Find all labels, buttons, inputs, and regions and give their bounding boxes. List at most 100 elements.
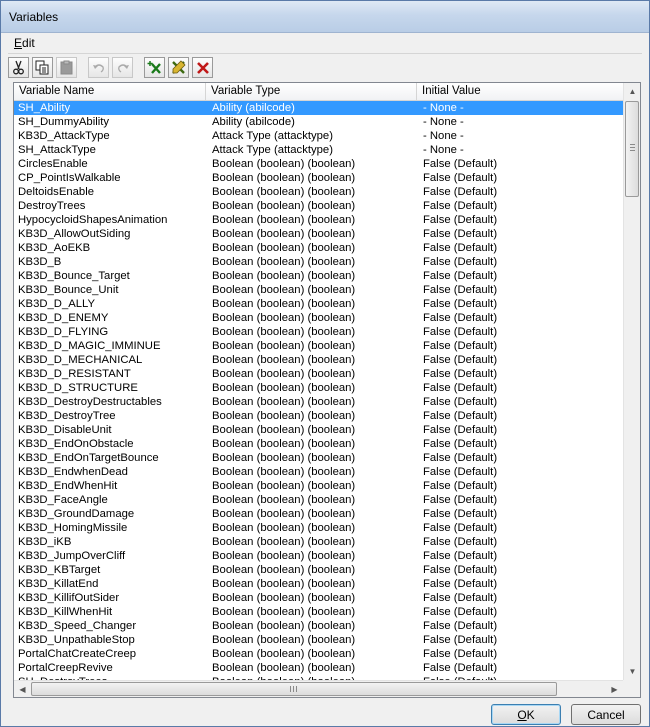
variable-name-cell: KB3D_HomingMissile <box>18 522 128 534</box>
title-bar[interactable]: Variables <box>1 1 649 33</box>
table-row[interactable]: KB3D_KillWhenHit Boolean (boolean) (boole… <box>14 605 623 619</box>
variable-type-cell: Boolean (boolean) (boolean) <box>212 634 356 646</box>
table-row[interactable]: KB3D_JumpOverCliff Boolean (boolean) (boo… <box>14 549 623 563</box>
table-row[interactable]: KB3D_Bounce_Unit Boolean (boolean) (boole… <box>14 283 623 297</box>
table-row[interactable]: KB3D_UnpathableStop Boolean (boolean) (bo… <box>14 633 623 647</box>
variable-name-cell: KB3D_D_MECHANICAL <box>18 354 143 366</box>
table-row[interactable]: KB3D_D_MAGIC_IMMINUE Boolean (boolean) (b… <box>14 339 623 353</box>
table-row[interactable]: KB3D_D_MECHANICAL Boolean (boolean) (bool… <box>14 353 623 367</box>
table-row[interactable]: KB3D_Speed_Changer Boolean (boolean) (boo… <box>14 619 623 633</box>
table-row[interactable]: KB3D_D_ENEMY Boolean (boolean) (boolean) F… <box>14 311 623 325</box>
table-row[interactable]: SH_AttackType Attack Type (attacktype) - N… <box>14 143 623 157</box>
edit-variable-button[interactable] <box>168 57 189 78</box>
scroll-left-icon[interactable]: ◀ <box>14 681 31 697</box>
ok-label: K <box>526 707 535 722</box>
ok-button[interactable]: OK <box>491 704 561 725</box>
table-row[interactable]: KB3D_KBTarget Boolean (boolean) (boolean)… <box>14 563 623 577</box>
vertical-scrollbar[interactable]: ▲ ▼ <box>623 83 640 680</box>
vertical-scroll-thumb[interactable] <box>625 101 639 197</box>
variables-list[interactable]: Variable Name Variable Type Initial Valu… <box>13 82 641 698</box>
horizontal-scroll-thumb[interactable] <box>31 682 557 696</box>
table-row[interactable]: DestroyTrees Boolean (boolean) (boolean) F… <box>14 199 623 213</box>
paste-button[interactable] <box>56 57 77 78</box>
table-row[interactable]: KB3D_EndwhenDead Boolean (boolean) (boole… <box>14 465 623 479</box>
initial-value-cell: False (Default) <box>423 452 498 464</box>
table-row[interactable]: CirclesEnable Boolean (boolean) (boolean)… <box>14 157 623 171</box>
table-row[interactable]: KB3D_DestroyDestructables Boolean (boolea… <box>14 395 623 409</box>
column-header-variable-type[interactable]: Variable Type <box>206 83 417 100</box>
table-row[interactable]: KB3D_D_FLYING Boolean (boolean) (boolean)… <box>14 325 623 339</box>
scroll-down-icon[interactable]: ▼ <box>624 663 640 680</box>
initial-value-cell: False (Default) <box>423 158 498 170</box>
table-row[interactable]: KB3D_AttackType Attack Type (attacktype) -… <box>14 129 623 143</box>
copy-icon <box>35 60 50 75</box>
table-row[interactable]: KB3D_FaceAngle Boolean (boolean) (boolean… <box>14 493 623 507</box>
variable-type-cell: Boolean (boolean) (boolean) <box>212 508 356 520</box>
variable-name-cell: CirclesEnable <box>18 158 88 170</box>
variable-type-cell: Boolean (boolean) (boolean) <box>212 564 356 576</box>
variable-name-cell: KB3D_Speed_Changer <box>18 620 137 632</box>
table-row[interactable]: KB3D_D_STRUCTURE Boolean (boolean) (boole… <box>14 381 623 395</box>
undo-button[interactable] <box>88 57 109 78</box>
table-row[interactable]: KB3D_EndOnObstacle Boolean (boolean) (boo… <box>14 437 623 451</box>
variable-type-cell: Boolean (boolean) (boolean) <box>212 606 356 618</box>
table-row[interactable]: SH_Ability Ability (abilcode) - None - <box>14 101 623 115</box>
table-row[interactable]: KB3D_KillifOutSider Boolean (boolean) (bo… <box>14 591 623 605</box>
table-row[interactable]: KB3D_Bounce_Target Boolean (boolean) (boo… <box>14 269 623 283</box>
variable-name-cell: KB3D_KillWhenHit <box>18 606 113 618</box>
menu-edit[interactable]: Edit <box>14 36 35 50</box>
initial-value-cell: False (Default) <box>423 620 498 632</box>
variable-type-cell: Boolean (boolean) (boolean) <box>212 662 356 674</box>
table-row[interactable]: DeltoidsEnable Boolean (boolean) (boolean… <box>14 185 623 199</box>
redo-button[interactable] <box>112 57 133 78</box>
initial-value-cell: False (Default) <box>423 172 498 184</box>
table-row[interactable]: HypocycloidShapesAnimation Boolean (boole… <box>14 213 623 227</box>
variable-name-cell: KB3D_D_MAGIC_IMMINUE <box>18 340 161 352</box>
table-row[interactable]: KB3D_EndWhenHit Boolean (boolean) (boolea… <box>14 479 623 493</box>
delete-icon <box>196 61 210 75</box>
column-header-initial-value[interactable]: Initial Value <box>417 83 623 100</box>
table-row[interactable]: KB3D_DestroyTree Boolean (boolean) (boole… <box>14 409 623 423</box>
variable-name-cell: KB3D_DestroyTree <box>18 410 116 422</box>
table-row[interactable]: KB3D_D_ALLY Boolean (boolean) (boolean) Fa… <box>14 297 623 311</box>
table-row[interactable]: SH_DummyAbility Ability (abilcode) - None … <box>14 115 623 129</box>
variable-type-cell: Boolean (boolean) (boolean) <box>212 368 356 380</box>
table-row[interactable]: KB3D_D_RESISTANT Boolean (boolean) (boole… <box>14 367 623 381</box>
menu-edit-label: dit <box>22 36 35 50</box>
variable-type-cell: Boolean (boolean) (boolean) <box>212 452 356 464</box>
table-row[interactable]: KB3D_HomingMissile Boolean (boolean) (boo… <box>14 521 623 535</box>
edit-variable-icon <box>171 60 186 75</box>
variable-type-cell: Boolean (boolean) (boolean) <box>212 522 356 534</box>
initial-value-cell: False (Default) <box>423 578 498 590</box>
table-row[interactable]: KB3D_EndOnTargetBounce Boolean (boolean) … <box>14 451 623 465</box>
cancel-button[interactable]: Cancel <box>571 704 641 725</box>
initial-value-cell: - None - <box>423 102 464 114</box>
table-row[interactable]: KB3D_AoEKB Boolean (boolean) (boolean) Fal… <box>14 241 623 255</box>
horizontal-scrollbar[interactable]: ◀ ▶ <box>14 680 623 697</box>
table-row[interactable]: PortalCreepRevive Boolean (boolean) (bool… <box>14 661 623 675</box>
variable-name-cell: KB3D_D_ENEMY <box>18 312 109 324</box>
variable-name-cell: KB3D_DestroyDestructables <box>18 396 162 408</box>
table-row[interactable]: KB3D_B Boolean (boolean) (boolean) False (… <box>14 255 623 269</box>
cut-button[interactable] <box>8 57 29 78</box>
table-row[interactable]: KB3D_DisableUnit Boolean (boolean) (boole… <box>14 423 623 437</box>
column-header-variable-name[interactable]: Variable Name <box>14 83 206 100</box>
table-row[interactable]: KB3D_KillatEnd Boolean (boolean) (boolean… <box>14 577 623 591</box>
copy-button[interactable] <box>32 57 53 78</box>
variable-type-cell: Boolean (boolean) (boolean) <box>212 550 356 562</box>
scroll-up-icon[interactable]: ▲ <box>624 83 640 100</box>
new-variable-button[interactable] <box>144 57 165 78</box>
delete-variable-button[interactable] <box>192 57 213 78</box>
initial-value-cell: False (Default) <box>423 396 498 408</box>
variable-name-cell: KB3D_AttackType <box>18 130 110 142</box>
table-row[interactable]: KB3D_iKB Boolean (boolean) (boolean) False… <box>14 535 623 549</box>
table-row[interactable]: CP_PointIsWalkable Boolean (boolean) (boo… <box>14 171 623 185</box>
scroll-right-icon[interactable]: ▶ <box>606 681 623 697</box>
table-row[interactable]: KB3D_AllowOutSiding Boolean (boolean) (bo… <box>14 227 623 241</box>
variable-type-cell: Boolean (boolean) (boolean) <box>212 270 356 282</box>
variable-name-cell: CP_PointIsWalkable <box>18 172 121 184</box>
table-row[interactable]: KB3D_GroundDamage Boolean (boolean) (bool… <box>14 507 623 521</box>
table-row[interactable]: PortalChatCreateCreep Boolean (boolean) (… <box>14 647 623 661</box>
initial-value-cell: False (Default) <box>423 550 498 562</box>
initial-value-cell: False (Default) <box>423 592 498 604</box>
